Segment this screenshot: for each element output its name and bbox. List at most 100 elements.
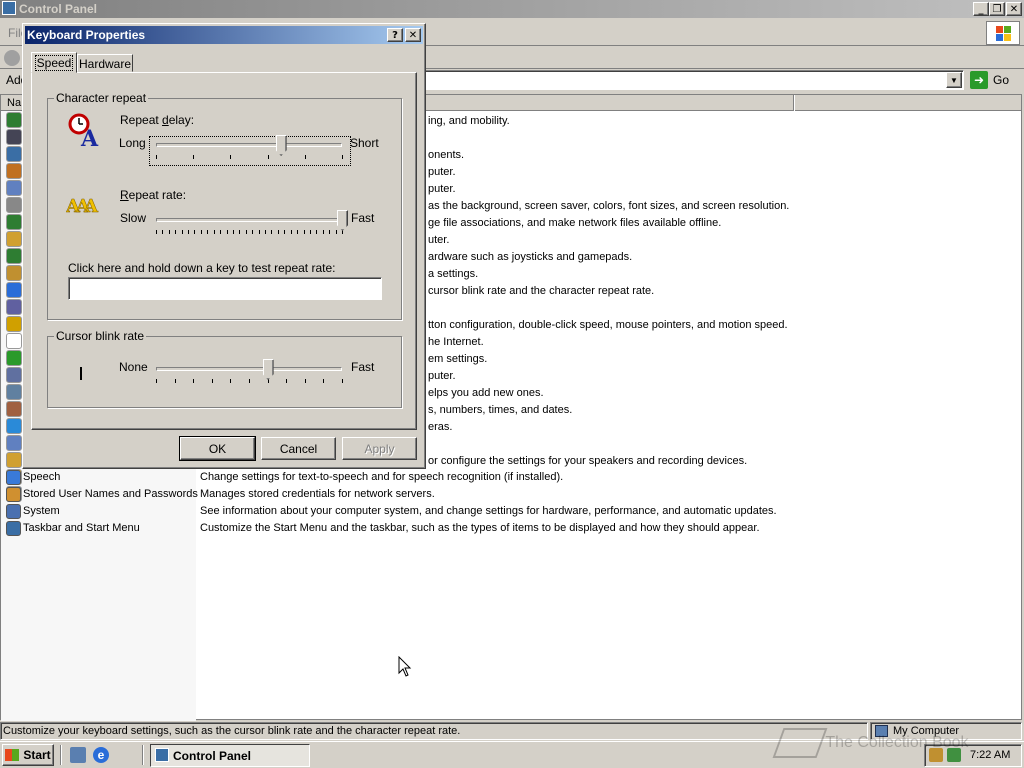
partial-comment: ing, and mobility. xyxy=(428,115,510,127)
slider-tick xyxy=(193,379,195,383)
applet-icon[interactable] xyxy=(6,299,22,315)
applet-icon[interactable] xyxy=(6,112,22,128)
slider-tick xyxy=(342,155,343,159)
slider-tick xyxy=(271,230,273,234)
help-button[interactable]: ? xyxy=(387,28,403,42)
ok-button[interactable]: OK xyxy=(179,436,256,461)
close-button[interactable]: ✕ xyxy=(1006,2,1022,16)
go-arrow-icon[interactable]: ➜ xyxy=(970,71,988,89)
tray-network-icon[interactable] xyxy=(947,748,961,762)
applet-icon[interactable] xyxy=(6,214,22,230)
svg-text:A: A xyxy=(80,126,99,148)
restore-button[interactable]: ❐ xyxy=(989,2,1005,16)
internet-explorer-icon[interactable]: e xyxy=(93,747,109,763)
slider-tick xyxy=(277,230,279,234)
applet-icon[interactable] xyxy=(6,435,22,451)
applet-icon[interactable] xyxy=(6,350,22,366)
back-icon[interactable] xyxy=(4,50,20,66)
applet-icon[interactable] xyxy=(6,316,22,332)
test-repeat-label: Click here and hold down a key to test r… xyxy=(68,261,336,275)
slider-track xyxy=(156,367,342,371)
slider-tick xyxy=(213,230,215,234)
slider-tick xyxy=(207,230,209,234)
repeat-rate-slider[interactable] xyxy=(150,210,350,240)
list-item[interactable]: System See information about your compute… xyxy=(0,503,1020,520)
address-dropdown-button[interactable]: ▼ xyxy=(946,72,962,88)
applet-icon[interactable] xyxy=(6,248,22,264)
applet-icon[interactable] xyxy=(6,384,22,400)
repeat-rate-max-label: Fast xyxy=(351,211,375,225)
applet-icon[interactable] xyxy=(6,282,22,298)
slider-tick xyxy=(188,230,190,234)
applet-icon[interactable] xyxy=(6,129,22,145)
partial-comment: uter. xyxy=(428,234,450,246)
slider-tick xyxy=(230,155,232,159)
applet-icon[interactable] xyxy=(6,146,22,162)
list-item[interactable]: Speech Change settings for text-to-speech… xyxy=(0,469,1020,486)
minimize-button[interactable]: _ xyxy=(973,2,989,16)
cursor-preview-icon xyxy=(80,367,82,380)
partial-comment: puter. xyxy=(428,183,456,195)
column-header-divider[interactable] xyxy=(793,95,795,111)
applet-icon[interactable] xyxy=(6,231,22,247)
keyboard-properties-dialog: Keyboard Properties ? ✕ Speed Hardware C… xyxy=(22,23,426,469)
repeat-delay-slider[interactable] xyxy=(149,135,351,166)
dialog-title-bar[interactable]: Keyboard Properties ? ✕ xyxy=(25,26,423,44)
dialog-close-button[interactable]: ✕ xyxy=(405,28,421,42)
cursor-blink-slider[interactable] xyxy=(150,359,350,389)
slider-tick xyxy=(258,230,260,234)
slider-tick xyxy=(226,230,228,234)
svg-text:A: A xyxy=(83,196,99,214)
partial-comment: tton configuration, double-click speed, … xyxy=(428,319,788,331)
applet-icon[interactable] xyxy=(6,401,22,417)
my-computer-icon xyxy=(875,725,888,737)
start-label: Start xyxy=(23,748,51,762)
applet-icon[interactable] xyxy=(6,163,22,179)
tab-hardware[interactable]: Hardware xyxy=(77,54,133,72)
partial-comment: a settings. xyxy=(428,268,479,280)
slider-tick xyxy=(156,155,157,159)
applet-icon[interactable] xyxy=(6,265,22,281)
slider-tick xyxy=(284,230,286,234)
taskbar-task-label: Control Panel xyxy=(173,749,252,763)
list-item[interactable]: Taskbar and Start Menu Customize the Star… xyxy=(0,520,1020,537)
applet-icon[interactable] xyxy=(6,452,22,468)
show-desktop-icon[interactable] xyxy=(70,747,86,763)
slider-tick xyxy=(220,230,222,234)
status-text-pane: Customize your keyboard settings, such a… xyxy=(0,722,868,740)
start-button[interactable]: Start xyxy=(2,744,54,766)
item-icon xyxy=(6,504,21,519)
partial-comment: em settings. xyxy=(428,353,488,365)
apply-button[interactable]: Apply xyxy=(342,437,417,460)
applet-icon[interactable] xyxy=(6,197,22,213)
test-repeat-input[interactable] xyxy=(68,277,382,300)
item-name: Speech xyxy=(23,471,61,483)
taskbar-control-panel-button[interactable]: Control Panel xyxy=(150,744,310,767)
item-name: System xyxy=(23,505,60,517)
slider-tick xyxy=(200,230,202,234)
column-header-name[interactable]: Na xyxy=(7,97,21,109)
go-button[interactable]: Go xyxy=(993,73,1009,87)
slider-thumb[interactable] xyxy=(262,359,274,380)
slider-tick xyxy=(304,379,306,383)
tab-speed[interactable]: Speed xyxy=(31,52,77,73)
main-title-bar[interactable]: Control Panel _ ❐ ✕ xyxy=(0,0,1024,18)
tab-hardware-label: Hardware xyxy=(78,57,132,71)
list-item[interactable]: Stored User Names and Passwords Manages s… xyxy=(0,486,1020,503)
taskbar-control-panel-icon xyxy=(155,748,169,762)
applet-icon[interactable] xyxy=(6,367,22,383)
partial-comment: eras. xyxy=(428,421,453,433)
cancel-button-label: Cancel xyxy=(279,441,318,456)
slider-thumb[interactable] xyxy=(337,210,348,231)
slider-tick xyxy=(252,230,254,234)
cancel-button[interactable]: Cancel xyxy=(261,437,336,460)
slider-thumb[interactable] xyxy=(275,135,287,156)
slider-tick xyxy=(342,379,343,383)
address-input[interactable] xyxy=(424,70,964,90)
repeat-delay-max-label: Short xyxy=(350,136,379,150)
applet-icon[interactable] xyxy=(6,180,22,196)
slider-tick xyxy=(316,230,318,234)
tray-tools-icon[interactable] xyxy=(929,748,943,762)
applet-icon[interactable] xyxy=(6,418,22,434)
applet-icon[interactable] xyxy=(6,333,22,349)
